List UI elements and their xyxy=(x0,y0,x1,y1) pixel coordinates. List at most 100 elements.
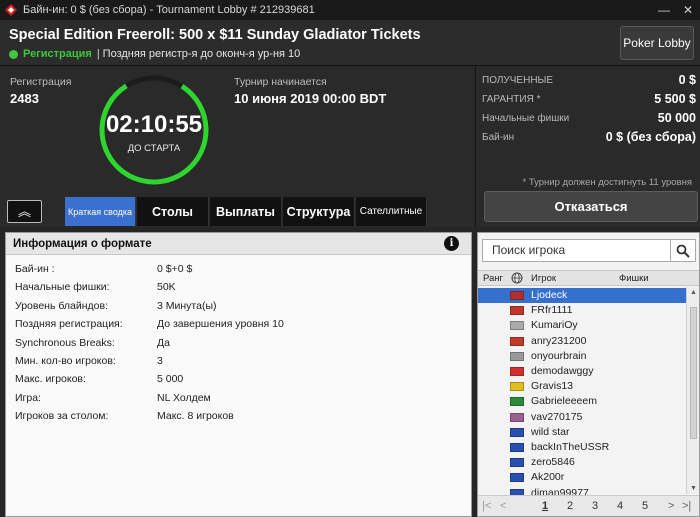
late-reg-note: Поздняя регистр-я до оконч-я ур-ня 10 xyxy=(102,48,301,60)
tab-satellites[interactable]: Сателлитные xyxy=(356,197,427,226)
player-name: wild star xyxy=(531,425,570,438)
player-row[interactable]: vav270175 xyxy=(478,410,686,425)
player-row[interactable]: Gravis13 xyxy=(478,379,686,394)
player-name: onyourbrain xyxy=(531,349,587,362)
countdown-timer: 02:10:55 ДО СТАРТА xyxy=(97,73,211,187)
buyin-value: 0 $ (без сбора) xyxy=(605,130,696,144)
player-row[interactable]: anry231200 xyxy=(478,334,686,349)
player-name: Ljodeck xyxy=(531,289,568,301)
format-row-label: Бай-ин : xyxy=(15,263,55,275)
countdown-label: ДО СТАРТА xyxy=(127,143,181,154)
title-bar: Байн-ин: 0 $ (без сбора) - Tournament Lo… xyxy=(0,0,700,20)
registrations-label: Регистрация xyxy=(10,76,72,88)
format-row-label: Игроков за столом: xyxy=(15,410,109,423)
format-row-label: Мин. кол-во игроков: xyxy=(15,355,116,367)
country-flag-icon xyxy=(510,336,524,346)
search-button[interactable] xyxy=(671,239,696,262)
col-player[interactable]: Игрок xyxy=(531,273,556,284)
format-row-value: Макс. 8 игроков xyxy=(157,410,234,423)
first-page-icon[interactable]: |< xyxy=(482,500,491,512)
country-flag-icon xyxy=(510,306,524,316)
unregister-button[interactable]: Отказаться xyxy=(484,191,698,222)
player-row[interactable]: KumariOy xyxy=(478,318,686,333)
tournament-name: Special Edition Freeroll: 500 x $11 Sund… xyxy=(9,27,421,43)
col-country[interactable] xyxy=(511,272,523,287)
collapse-button[interactable]: ︽ xyxy=(7,200,42,223)
status-separator: | xyxy=(96,48,100,60)
player-row[interactable]: demodawggy xyxy=(478,364,686,379)
country-flag-icon xyxy=(510,443,524,452)
pokerstars-logo-icon xyxy=(5,4,17,16)
format-row-label: Поздняя регистрация: xyxy=(15,318,123,331)
country-flag-icon xyxy=(510,321,524,331)
country-flag-icon xyxy=(510,397,524,407)
level-note: * Турнир должен достигнуть 11 уровня xyxy=(522,177,692,188)
format-row-value: 3 xyxy=(157,355,163,367)
player-name: backInTheUSSR xyxy=(531,441,610,453)
player-row[interactable]: backInTheUSSR xyxy=(478,440,686,455)
start-time-label: Турнир начинается xyxy=(234,76,327,88)
country-flag-icon xyxy=(510,458,524,468)
player-name: Gravis13 xyxy=(531,380,574,393)
received-label: ПОЛУЧЕННЫЕ xyxy=(482,75,554,86)
format-row-value: 0 $+0 $ xyxy=(157,263,193,275)
search-icon xyxy=(676,244,690,258)
format-row-label: Уровень блайндов: xyxy=(15,299,108,312)
status-label: Регистрация xyxy=(23,48,92,60)
lobby-tabs: ︽ Краткая сводка Столы Выплаты Структура… xyxy=(0,196,474,227)
country-flag-icon xyxy=(510,473,524,483)
page-link[interactable]: 3 xyxy=(592,500,598,512)
format-row-value: До завершения уровня 10 xyxy=(157,318,284,331)
country-flag-icon xyxy=(510,382,524,392)
page-link[interactable]: 5 xyxy=(642,500,648,512)
player-row[interactable]: wild star xyxy=(478,425,686,440)
player-list-panel: Поиск игрока Ранг Игрок Фишки Ljodeck FRf… xyxy=(477,232,700,517)
player-row[interactable]: FRfr1111 xyxy=(478,303,686,318)
country-flag-icon xyxy=(510,291,524,300)
player-row[interactable]: zero5846 xyxy=(478,455,686,470)
format-info-title: Информация о формате xyxy=(13,238,152,250)
received-value: 0 $ xyxy=(678,73,696,87)
player-name: FRfr1111 xyxy=(531,304,573,317)
format-row-value: 5 000 xyxy=(157,373,184,386)
scroll-up-icon[interactable]: ▲ xyxy=(689,289,698,296)
buyin-row: Бай-ин 0 $ (без сбора) xyxy=(482,130,698,148)
scroll-thumb[interactable] xyxy=(690,307,697,439)
player-name: vav270175 xyxy=(531,410,583,423)
close-button[interactable]: ✕ xyxy=(676,3,700,17)
player-row[interactable]: onyourbrain xyxy=(478,349,686,364)
player-search-input[interactable]: Поиск игрока xyxy=(482,239,671,262)
tab-tables[interactable]: Столы xyxy=(137,197,209,226)
page-link[interactable]: 2 xyxy=(567,500,573,512)
prize-summary: ПОЛУЧЕННЫЕ 0 $ ГАРАНТИЯ * 5 500 $ Началь… xyxy=(475,67,700,227)
tab-structure[interactable]: Структура xyxy=(283,197,355,226)
poker-lobby-button[interactable]: Poker Lobby xyxy=(620,26,694,60)
country-flag-icon xyxy=(510,427,524,437)
countdown-clock: 02:10:55 xyxy=(105,111,203,138)
tab-summary[interactable]: Краткая сводка xyxy=(65,197,136,226)
page-link[interactable]: 1 xyxy=(542,500,548,512)
player-row[interactable]: Ak200r xyxy=(478,470,686,485)
prev-page-icon[interactable]: < xyxy=(500,500,506,512)
col-chips[interactable]: Фишки xyxy=(619,273,649,284)
player-name: Ak200r xyxy=(531,471,565,484)
page-link[interactable]: 4 xyxy=(617,500,623,512)
format-info-header: Информация о формате i xyxy=(6,233,471,255)
player-row[interactable]: Ljodeck xyxy=(478,288,686,303)
scroll-down-icon[interactable]: ▼ xyxy=(689,485,698,492)
player-row[interactable]: Gabrieleeeem xyxy=(478,394,686,409)
player-name: zero5846 xyxy=(531,456,575,469)
starting-chips-row: Начальные фишки 50 000 xyxy=(482,111,698,129)
globe-icon xyxy=(511,272,523,284)
status-dot-icon xyxy=(9,49,18,59)
tab-payouts[interactable]: Выплаты xyxy=(210,197,282,226)
next-page-icon[interactable]: > xyxy=(668,500,674,512)
format-info-panel: Информация о формате i Бай-ин : 0 $+0 $ На… xyxy=(5,232,472,517)
col-rank[interactable]: Ранг xyxy=(483,273,503,284)
guarantee-row: ГАРАНТИЯ * 5 500 $ xyxy=(482,92,698,110)
player-name: anry231200 xyxy=(531,334,587,347)
minimize-button[interactable]: — xyxy=(652,3,676,17)
player-list-scrollbar[interactable]: ▲ ▼ xyxy=(686,287,699,494)
info-icon[interactable]: i xyxy=(444,236,459,251)
last-page-icon[interactable]: >| xyxy=(682,500,691,512)
